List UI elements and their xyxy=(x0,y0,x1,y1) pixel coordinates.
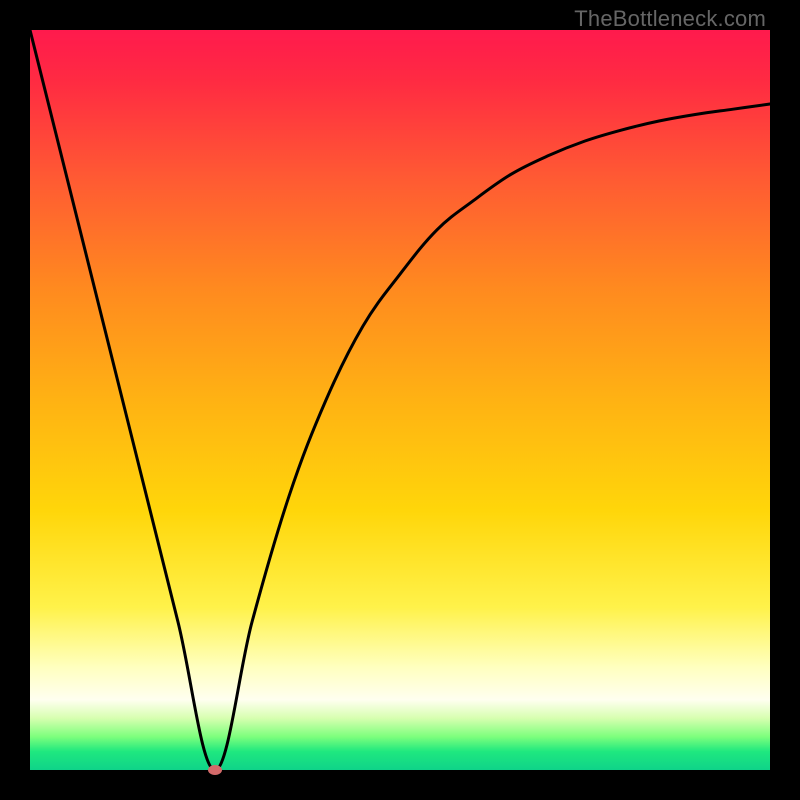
optimum-marker xyxy=(208,765,222,775)
curve-layer xyxy=(30,30,770,770)
watermark-text: TheBottleneck.com xyxy=(574,6,766,32)
outer-frame: TheBottleneck.com xyxy=(0,0,800,800)
bottleneck-curve xyxy=(30,30,770,770)
plot-area xyxy=(30,30,770,770)
